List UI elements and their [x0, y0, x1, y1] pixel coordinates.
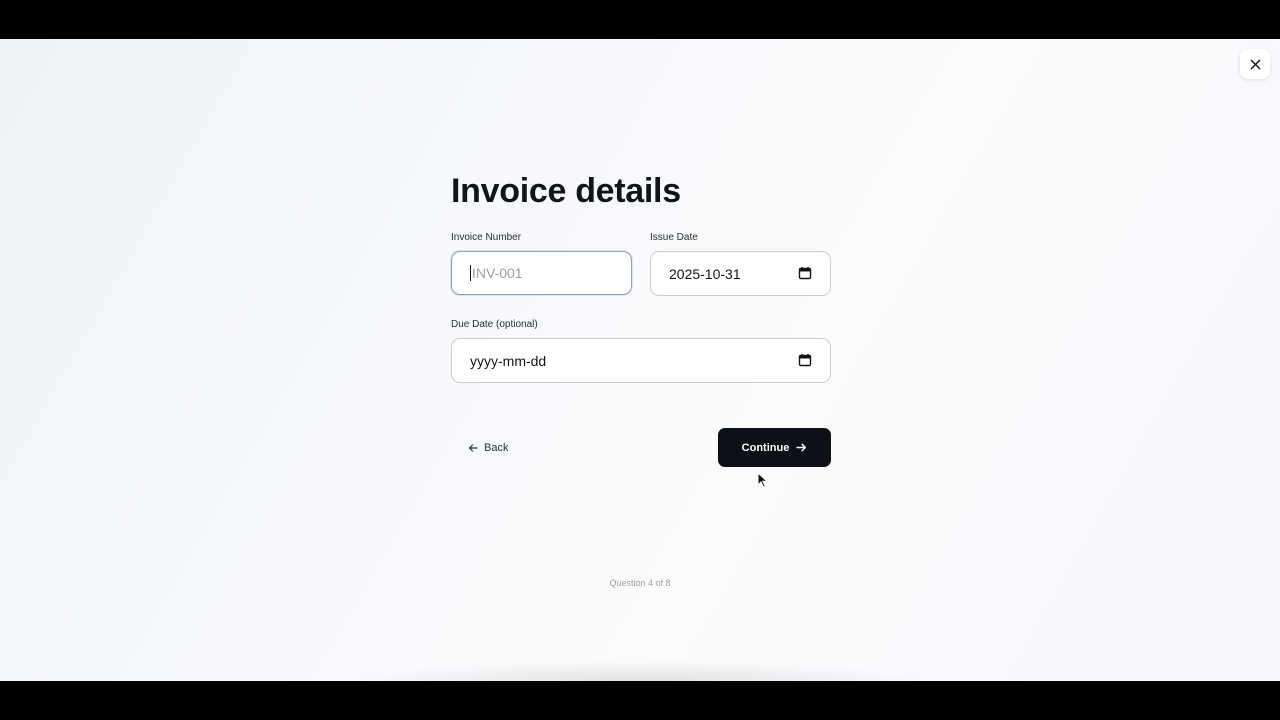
calendar-icon[interactable] [798, 353, 812, 367]
close-button[interactable] [1240, 49, 1270, 79]
invoice-number-label: Invoice Number [451, 232, 522, 243]
back-button-label: Back [484, 441, 509, 454]
issue-date-input[interactable]: 2025-10-31 [650, 251, 831, 296]
arrow-right-icon [796, 443, 807, 452]
due-date-input[interactable]: yyyy-mm-dd [451, 338, 831, 383]
form-row-top: Invoice Number INV-001 Issue Date 2025-1… [451, 232, 831, 296]
due-date-field: Due Date (optional) yyyy-mm-dd [451, 319, 831, 383]
continue-button[interactable]: Continue [718, 428, 831, 467]
invoice-number-field: Invoice Number INV-001 [451, 232, 632, 296]
letterbox-top [0, 0, 1280, 39]
back-button[interactable]: Back [451, 429, 525, 467]
invoice-number-placeholder: INV-001 [472, 265, 523, 281]
form-stage: Invoice details Invoice Number INV-001 I… [0, 39, 1280, 681]
mouse-cursor-icon [757, 472, 769, 488]
bottom-shadow [350, 661, 930, 681]
due-date-label: Due Date (optional) [451, 319, 538, 330]
question-progress: Question 4 of 8 [609, 578, 671, 588]
issue-date-label: Issue Date [650, 232, 698, 243]
issue-date-value: 2025-10-31 [669, 265, 741, 282]
due-date-placeholder: yyyy-mm-dd [470, 352, 547, 369]
issue-date-field: Issue Date 2025-10-31 [650, 232, 831, 296]
page-title: Invoice details [451, 172, 681, 210]
invoice-form: Invoice details Invoice Number INV-001 I… [451, 169, 831, 467]
form-actions: Back Continue [451, 428, 831, 467]
arrow-left-icon [468, 443, 478, 452]
calendar-icon[interactable] [798, 266, 812, 280]
letterbox-bottom [0, 681, 1280, 720]
invoice-number-input[interactable]: INV-001 [451, 251, 632, 295]
close-icon [1250, 59, 1260, 69]
text-caret [470, 265, 471, 281]
continue-button-label: Continue [741, 441, 790, 454]
